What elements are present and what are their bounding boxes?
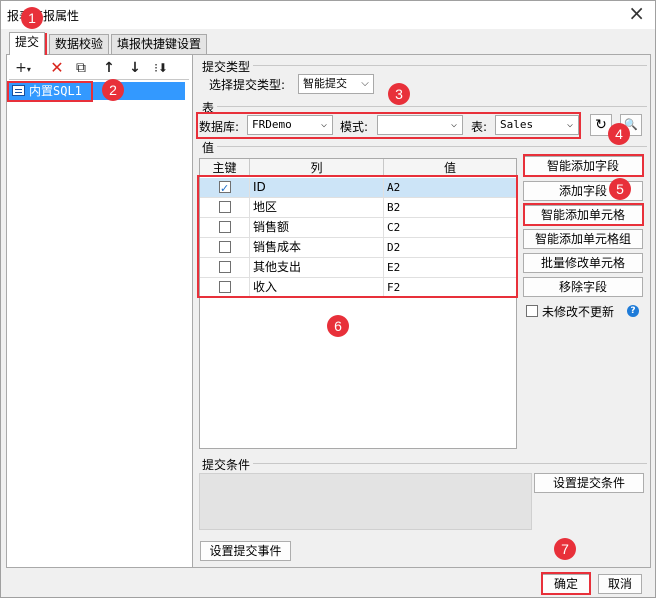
table-row-value[interactable]: F2 [384,278,516,298]
cancel-button[interactable]: 取消 [598,574,642,594]
database-label: 数据库: [199,120,240,134]
tab-label: 填报快捷键设置 [117,37,202,51]
table-label: 表: [471,120,488,134]
tab-submit[interactable]: 提交 [9,32,46,55]
chevron-down-icon: ⌵ [361,78,369,89]
table-row-key [200,258,250,278]
tab-label: 数据校验 [55,37,104,51]
sort-icon[interactable]: ⁝⬇ [151,59,171,77]
tree-item-sql[interactable]: 内置SQL1 [9,82,185,100]
help-icon[interactable]: ? [627,305,639,317]
tab-data-validation[interactable]: 数据校验 [49,34,110,55]
table-row-column[interactable]: 销售成本 [250,238,384,258]
database-select[interactable]: FRDemo ⌵ [247,115,333,135]
primary-key-checkbox[interactable] [219,281,231,293]
primary-key-checkbox[interactable] [219,261,231,273]
table-row-key [200,238,250,258]
step-badge: 1 [21,7,43,29]
submit-type-section: 提交类型 [202,60,251,74]
section-divider [253,463,647,464]
table-row-key [200,198,250,218]
refresh-icon: ↻ [595,117,607,133]
table-section: 表 [202,101,215,115]
tree-item-label: 内置SQL1 [29,84,82,98]
table-row-key [200,278,250,298]
sql-list-panel [7,55,193,567]
column-header-value[interactable]: 值 [384,159,516,177]
no-update-label: 未修改不更新 [542,305,615,319]
remove-field-button[interactable]: 移除字段 [523,277,643,297]
table-row-value[interactable]: D2 [384,238,516,258]
chevron-down-icon: ⌵ [450,119,458,130]
tab-shortcut-settings[interactable]: 填报快捷键设置 [111,34,208,55]
field-grid: 主键 列 值 IDA2地区B2销售额C2销售成本D2其他支出E2收入F2 [199,158,517,449]
table-row-value[interactable]: C2 [384,218,516,238]
table-row-column[interactable]: 其他支出 [250,258,384,278]
step-badge: 4 [608,123,630,145]
primary-key-checkbox[interactable] [219,201,231,213]
window-title: 报表填报属性 [7,9,80,23]
table-row-key [200,178,250,198]
database-value: FRDemo [252,118,292,131]
condition-section: 提交条件 [202,458,251,472]
delete-icon[interactable]: ✕ [47,59,67,77]
column-header-key[interactable]: 主键 [200,159,250,177]
chevron-down-icon: ⌵ [320,119,328,130]
ok-button[interactable]: 确定 [542,574,590,594]
schema-label: 模式: [340,120,369,134]
condition-textarea[interactable] [199,473,532,530]
table-row-value[interactable]: A2 [384,178,516,198]
submit-type-value: 智能提交 [303,77,347,90]
column-header-column[interactable]: 列 [250,159,384,177]
table-row-column[interactable]: 地区 [250,198,384,218]
section-divider [253,65,647,66]
step-badge: 3 [388,83,410,105]
table-row-column[interactable]: 收入 [250,278,384,298]
table-select[interactable]: Sales ⌵ [495,115,579,135]
no-update-checkbox[interactable] [526,305,538,317]
tab-label: 提交 [15,35,40,49]
database-table-icon [12,85,25,96]
submit-type-select[interactable]: 智能提交 ⌵ [298,74,374,94]
smart-add-field-button[interactable]: 智能添加字段 [523,156,643,176]
smart-add-cell-group-button[interactable]: 智能添加单元格组 [523,229,643,249]
table-row-key [200,218,250,238]
section-divider [217,146,647,147]
toolbar-divider [9,79,189,80]
close-icon[interactable]: × [628,3,645,23]
step-badge: 7 [554,538,576,560]
batch-modify-cell-button[interactable]: 批量修改单元格 [523,253,643,273]
primary-key-checkbox[interactable] [219,179,231,198]
move-down-icon[interactable]: ↓ [125,59,145,77]
table-row-column[interactable]: 销售额 [250,218,384,238]
set-condition-button[interactable]: 设置提交条件 [534,473,644,493]
step-badge: 2 [102,79,124,101]
dialog-window: 报表填报属性 × 提交 数据校验 填报快捷键设置 +▾ ✕ ⧉ ↑ ↓ ⁝⬇ 内… [0,0,656,598]
primary-key-checkbox[interactable] [219,221,231,233]
table-row-value[interactable]: E2 [384,258,516,278]
add-icon[interactable]: +▾ [13,59,33,79]
set-event-button[interactable]: 设置提交事件 [200,541,291,561]
section-divider [217,106,647,107]
values-section: 值 [202,141,215,155]
primary-key-checkbox[interactable] [219,241,231,253]
table-value: Sales [500,118,534,131]
smart-add-cell-button[interactable]: 智能添加单元格 [523,205,643,225]
schema-select[interactable]: ⌵ [377,115,463,135]
title-bar: 报表填报属性 × [1,1,655,29]
step-badge: 6 [327,315,349,337]
submit-type-label: 选择提交类型: [209,78,286,92]
step-badge: 5 [609,178,631,200]
move-up-icon[interactable]: ↑ [99,59,119,77]
chevron-down-icon: ⌵ [566,119,574,130]
table-row-value[interactable]: B2 [384,198,516,218]
table-row-column[interactable]: ID [250,178,384,198]
copy-icon[interactable]: ⧉ [71,59,91,77]
